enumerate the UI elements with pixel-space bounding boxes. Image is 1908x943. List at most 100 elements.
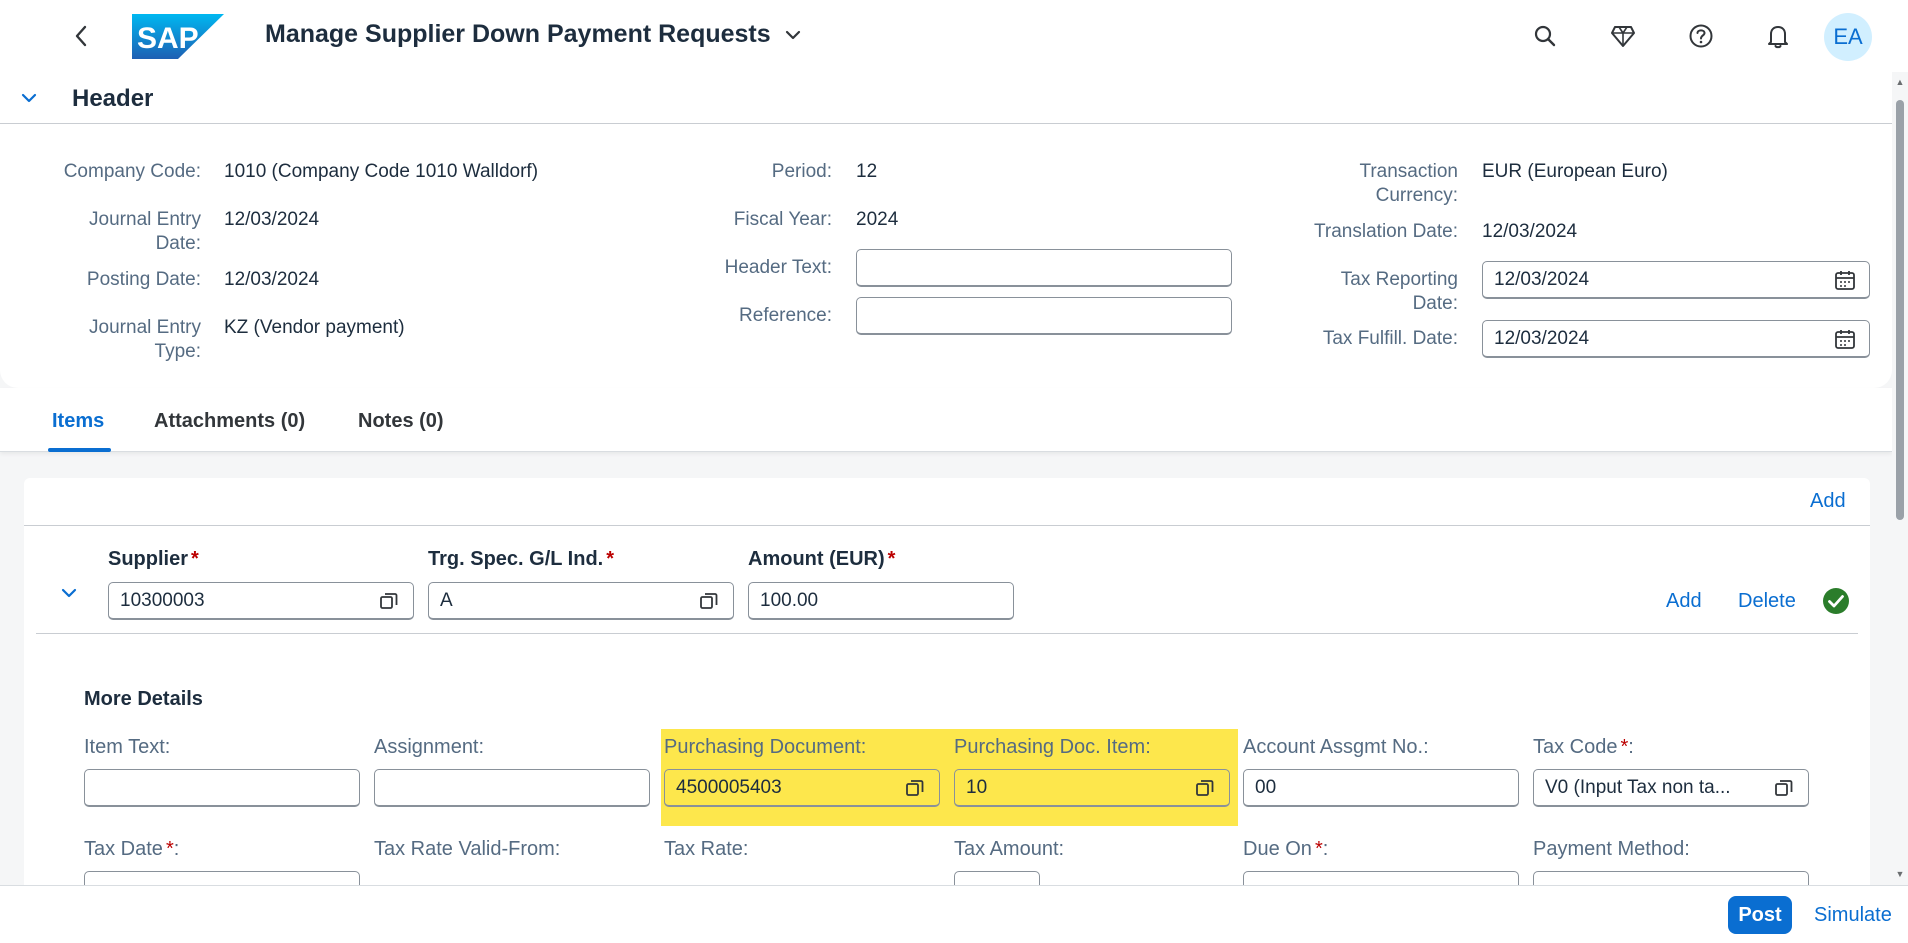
tax-fulfill-date-picker[interactable]: 12/03/2024 <box>1482 320 1870 358</box>
simulate-button[interactable]: Simulate <box>1814 904 1892 927</box>
label-line: Date: <box>155 233 201 254</box>
label-suffix: : <box>1628 736 1634 758</box>
tax-reporting-date-picker[interactable]: 12/03/2024 <box>1482 261 1870 299</box>
search-icon <box>1534 25 1556 47</box>
label-suffix: : <box>1322 838 1329 860</box>
header-collapse-button[interactable] <box>14 84 44 112</box>
input-value: 12/03/2024 <box>1494 268 1590 290</box>
column-label: Amount (EUR) <box>748 548 885 570</box>
header-panel: Header Company Code: 1010 (Company Code … <box>0 72 1892 388</box>
reference-input[interactable] <box>856 297 1232 335</box>
row-collapse-button[interactable] <box>54 578 84 608</box>
row-delete-button[interactable]: Delete <box>1738 590 1796 613</box>
calendar-icon[interactable] <box>1832 326 1858 352</box>
tax-amount-label: Tax Amount: <box>954 838 1065 860</box>
amount-column-header: Amount (EUR) * <box>748 548 895 571</box>
tax-date-label: Tax Date *: <box>84 838 179 861</box>
input-value: 100.00 <box>760 589 819 611</box>
input-value: 12/03/2024 <box>1494 327 1590 349</box>
scroll-up-arrow[interactable]: ▲ <box>1895 78 1905 87</box>
success-check-icon <box>1823 588 1849 614</box>
post-button[interactable]: Post <box>1728 896 1792 934</box>
joule-button[interactable] <box>1604 18 1642 54</box>
payment-method-label: Payment Method: <box>1533 838 1690 860</box>
app-title-menu[interactable]: Manage Supplier Down Payment Requests <box>265 20 801 49</box>
value-help-icon[interactable] <box>376 588 402 614</box>
bell-icon <box>1768 26 1788 49</box>
active-tab-indicator <box>48 448 111 452</box>
trg-spec-input[interactable]: A <box>428 582 734 620</box>
items-card: Add Supplier * Trg. Spec. G/L Ind. * Amoun… <box>24 478 1870 943</box>
tab-items[interactable]: Items <box>52 410 104 433</box>
value-help-icon[interactable] <box>902 775 928 801</box>
tax-reporting-date-label: Tax Reporting Date: <box>1260 268 1458 316</box>
reference-label: Reference: <box>739 305 832 326</box>
value-help-icon[interactable] <box>696 588 722 614</box>
row-divider <box>36 633 1858 634</box>
input-value: A <box>440 589 453 611</box>
chevron-down-icon <box>61 588 77 598</box>
account-assgmt-input[interactable]: 00 <box>1243 769 1519 807</box>
input-value: 10300003 <box>120 589 205 611</box>
field-label: Tax Date <box>84 838 163 860</box>
required-mark: * <box>606 548 615 570</box>
label-line: Journal Entry <box>89 317 201 338</box>
required-mark: * <box>887 548 896 570</box>
shell-bar: SAP Manage Supplier Down Payment Request… <box>0 0 1908 72</box>
tab-notes[interactable]: Notes (0) <box>358 410 444 433</box>
diamond-icon <box>1611 26 1635 47</box>
value-help-icon[interactable] <box>1192 775 1218 801</box>
footer-toolbar: Post Simulate <box>0 885 1908 943</box>
posting-date-value: 12/03/2024 <box>224 269 320 290</box>
row-add-button[interactable]: Add <box>1666 590 1702 613</box>
user-avatar[interactable]: EA <box>1824 13 1872 61</box>
supplier-input[interactable]: 10300003 <box>108 582 414 620</box>
calendar-icon[interactable] <box>1832 267 1858 293</box>
column-label: Trg. Spec. G/L Ind. <box>428 548 604 570</box>
scrollbar-thumb[interactable] <box>1896 100 1904 520</box>
tax-rate-valid-from-label: Tax Rate Valid-From: <box>374 838 561 860</box>
item-text-input[interactable] <box>84 769 360 807</box>
header-title: Header <box>72 85 154 112</box>
notifications-button[interactable] <box>1759 18 1797 54</box>
journal-entry-type-label: Journal Entry Type: <box>20 316 201 364</box>
purchasing-doc-item-input[interactable]: 10 <box>954 769 1230 807</box>
period-value: 12 <box>856 161 878 182</box>
scroll-down-arrow[interactable]: ▼ <box>1895 870 1905 879</box>
label-line: Type: <box>154 341 201 362</box>
help-button[interactable] <box>1682 18 1720 54</box>
field-label: Tax Code <box>1533 736 1618 758</box>
page-scrollbar[interactable]: ▲ ▼ <box>1892 72 1908 885</box>
item-text-label: Item Text: <box>84 736 171 758</box>
header-text-input[interactable] <box>856 249 1232 287</box>
header-text-label: Header Text: <box>724 257 832 278</box>
posting-date-label: Posting Date: <box>86 269 201 290</box>
value-help-icon[interactable] <box>1771 775 1797 801</box>
tab-attachments[interactable]: Attachments (0) <box>154 410 305 433</box>
translation-date-label: Translation Date: <box>1314 221 1458 242</box>
journal-entry-date-label: Journal Entry Date: <box>20 208 201 256</box>
input-value: 10 <box>966 776 988 798</box>
purchasing-doc-item-label: Purchasing Doc. Item: <box>954 736 1151 758</box>
help-icon <box>1689 24 1713 48</box>
items-toolbar: Add <box>24 478 1870 526</box>
required-mark: * <box>165 838 174 860</box>
tax-rate-label: Tax Rate: <box>664 838 749 860</box>
trg-spec-column-header: Trg. Spec. G/L Ind. * <box>428 548 614 571</box>
supplier-column-header: Supplier * <box>108 548 199 571</box>
field-label: Due On <box>1243 838 1312 860</box>
purchasing-document-label: Purchasing Document: <box>664 736 867 758</box>
label-line: Currency: <box>1375 185 1458 206</box>
add-item-button[interactable]: Add <box>1810 490 1846 513</box>
label-line: Journal Entry <box>89 209 201 230</box>
search-button[interactable] <box>1526 18 1564 54</box>
amount-input[interactable]: 100.00 <box>748 582 1014 620</box>
back-button[interactable] <box>62 18 100 54</box>
purchasing-document-input[interactable]: 4500005403 <box>664 769 940 807</box>
assignment-input[interactable] <box>374 769 650 807</box>
label-line: Transaction <box>1359 161 1458 182</box>
app-title: Manage Supplier Down Payment Requests <box>265 20 771 48</box>
tax-code-input[interactable]: V0 (Input Tax non ta... <box>1533 769 1809 807</box>
label-line: Tax Reporting <box>1340 269 1458 290</box>
fiscal-year-value: 2024 <box>856 209 899 230</box>
